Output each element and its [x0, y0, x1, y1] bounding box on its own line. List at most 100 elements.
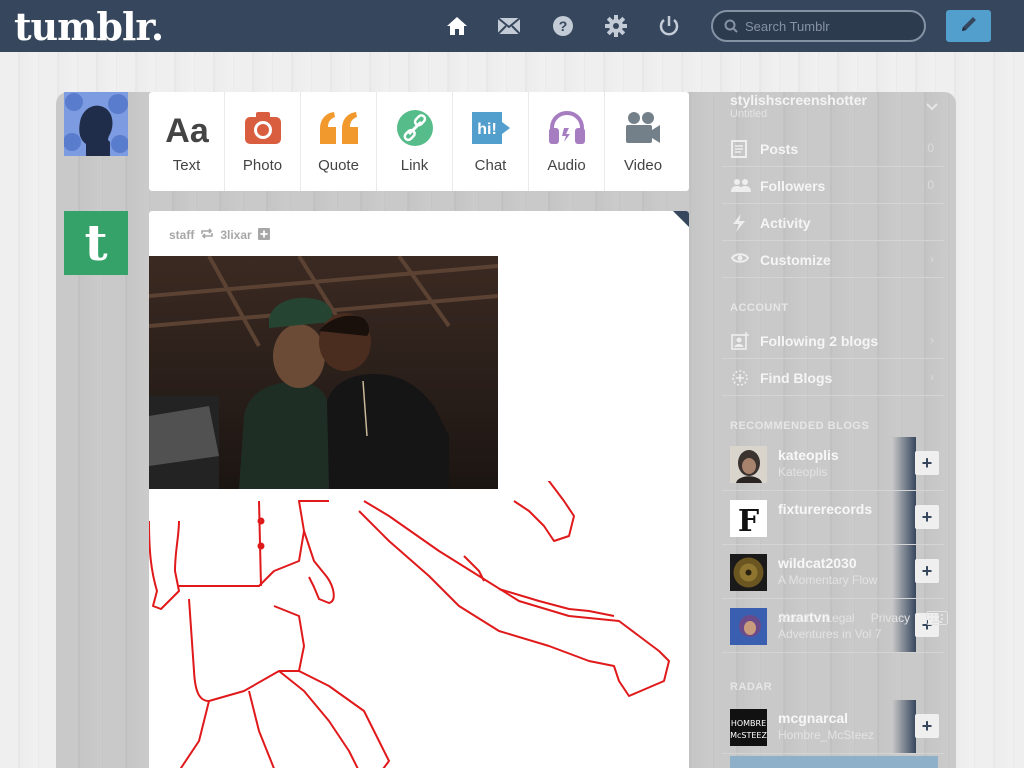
svg-text:Aa: Aa — [165, 112, 210, 146]
post-author[interactable]: staff — [169, 228, 194, 242]
post-author-avatar[interactable]: t — [64, 211, 128, 275]
chevron-right-icon: › — [930, 252, 934, 266]
radar-blog[interactable]: HOMBRE McSTEEZ mcgnarcal Hombre_McSteez + — [722, 700, 944, 754]
row-fade — [892, 700, 916, 753]
blog-name[interactable]: mcgnarcal — [778, 710, 848, 726]
blog-name[interactable]: fixturerecords — [778, 501, 872, 517]
reblog-icon — [200, 228, 214, 242]
chevron-down-icon[interactable] — [926, 98, 938, 116]
post-header: staff 3lixar — [169, 227, 270, 243]
blog-avatar[interactable]: HOMBRE McSTEEZ — [730, 709, 767, 746]
blog-avatar[interactable]: F — [730, 500, 767, 537]
sidebar: stylishscreenshotter Untitled Posts 0 Fo… — [722, 92, 952, 768]
svg-text:hi!: hi! — [477, 121, 497, 138]
post-type-audio-label: Audio — [547, 157, 586, 174]
follow-button[interactable]: + — [915, 451, 939, 475]
svg-text:F: F — [738, 504, 759, 537]
post-type-chat-label: Chat — [474, 157, 507, 174]
follow-button[interactable]: + — [915, 559, 939, 583]
blog-name[interactable]: wildcat2030 — [778, 555, 857, 571]
footer-link-legal[interactable]: Legal — [825, 611, 854, 628]
chat-icon: hi! — [470, 109, 512, 147]
headphones-icon — [547, 109, 587, 147]
blog-subtitle: Hombre_McSteez — [778, 728, 875, 742]
footer-link-about[interactable]: About — [778, 611, 809, 628]
post-type-video[interactable]: Video — [605, 92, 681, 191]
sidebar-item-label: Activity — [760, 215, 811, 231]
blog-subtitle: Adventures in Vol 7 — [778, 627, 882, 641]
sidebar-item-label: Posts — [760, 141, 799, 157]
gear-icon[interactable] — [604, 14, 628, 38]
camera-icon — [244, 109, 282, 147]
post-type-text-label: Text — [172, 157, 201, 174]
row-fade — [892, 437, 916, 490]
home-icon[interactable] — [445, 14, 469, 38]
post-photo[interactable] — [149, 254, 499, 489]
sidebar-item-count: 0 — [927, 141, 934, 155]
post-type-text[interactable]: Aa Text — [149, 92, 225, 191]
mail-icon[interactable] — [497, 14, 521, 38]
search-icon — [724, 19, 738, 38]
following-icon — [731, 332, 749, 350]
blog-name[interactable]: kateoplis — [778, 447, 839, 463]
quote-icon — [318, 109, 360, 147]
sidebar-item-find-blogs[interactable]: Find Blogs › — [722, 359, 944, 396]
sidebar-item-followers[interactable]: Followers 0 — [722, 167, 944, 204]
link-icon — [396, 109, 434, 147]
post-card: staff 3lixar — [149, 211, 689, 768]
keyboard-icon[interactable] — [926, 611, 949, 628]
followers-icon — [731, 177, 751, 195]
account-section-title: ACCOUNT — [730, 302, 789, 314]
follow-plus-icon[interactable] — [257, 227, 270, 243]
blog-avatar[interactable] — [730, 608, 767, 645]
blog-subtitle: A Momentary Flow — [778, 573, 878, 587]
reblogged-from[interactable]: 3lixar — [220, 228, 251, 242]
radar-image-preview[interactable] — [730, 756, 938, 768]
sidebar-item-activity[interactable]: Activity — [722, 204, 944, 241]
post-type-quote-label: Quote — [318, 157, 359, 174]
activity-icon — [731, 214, 749, 232]
row-fade — [892, 545, 916, 598]
sidebar-item-customize[interactable]: Customize › — [722, 241, 944, 278]
chevron-right-icon: › — [930, 333, 934, 347]
search-box[interactable] — [711, 10, 926, 42]
post-type-quote[interactable]: Quote — [301, 92, 377, 191]
post-type-audio[interactable]: Audio — [529, 92, 605, 191]
text-icon: Aa — [163, 109, 211, 147]
power-icon[interactable] — [657, 14, 681, 38]
radar-section-title: RADAR — [730, 681, 773, 693]
compose-button[interactable] — [946, 10, 991, 42]
recommended-blog[interactable]: wildcat2030 A Momentary Flow + — [722, 545, 944, 599]
search-input[interactable] — [745, 17, 915, 35]
post-corner-fold — [673, 211, 689, 227]
post-type-link[interactable]: Link — [377, 92, 453, 191]
tumblr-logo[interactable]: tumblr. — [14, 4, 164, 49]
sidebar-item-label: Followers — [760, 178, 826, 194]
post-type-photo[interactable]: Photo — [225, 92, 301, 191]
post-type-chat[interactable]: hi! Chat — [453, 92, 529, 191]
help-icon[interactable]: ? — [551, 14, 575, 38]
sidebar-item-label: Following 2 blogs — [760, 333, 879, 349]
recommended-blog[interactable]: kateoplis Kateoplis + — [722, 437, 944, 491]
find-blogs-icon — [731, 369, 749, 387]
sidebar-blog-name[interactable]: stylishscreenshotter — [730, 92, 867, 108]
blog-avatar[interactable] — [730, 554, 767, 591]
user-avatar[interactable] — [64, 92, 128, 156]
blog-avatar[interactable] — [730, 446, 767, 483]
post-line-drawing — [149, 440, 689, 768]
svg-text:?: ? — [559, 18, 568, 34]
sidebar-item-label: Customize — [760, 252, 831, 268]
post-type-bar: Aa Text Photo Quote Link hi! Chat Audio — [149, 92, 689, 191]
post-type-link-label: Link — [400, 157, 429, 174]
sidebar-item-label: Find Blogs — [760, 370, 833, 386]
follow-button[interactable]: + — [915, 505, 939, 529]
follow-button[interactable]: + — [915, 714, 939, 738]
tumblr-t-logo: t — [84, 213, 108, 272]
sidebar-item-posts[interactable]: Posts 0 — [722, 130, 944, 167]
posts-icon — [731, 140, 749, 158]
sidebar-item-following[interactable]: Following 2 blogs › — [722, 322, 944, 359]
footer-link-privacy[interactable]: Privacy — [871, 611, 910, 628]
recommended-section-title: RECOMMENDED BLOGS — [730, 420, 870, 432]
pencil-icon — [959, 14, 979, 39]
recommended-blog[interactable]: F fixturerecords + — [722, 491, 944, 545]
